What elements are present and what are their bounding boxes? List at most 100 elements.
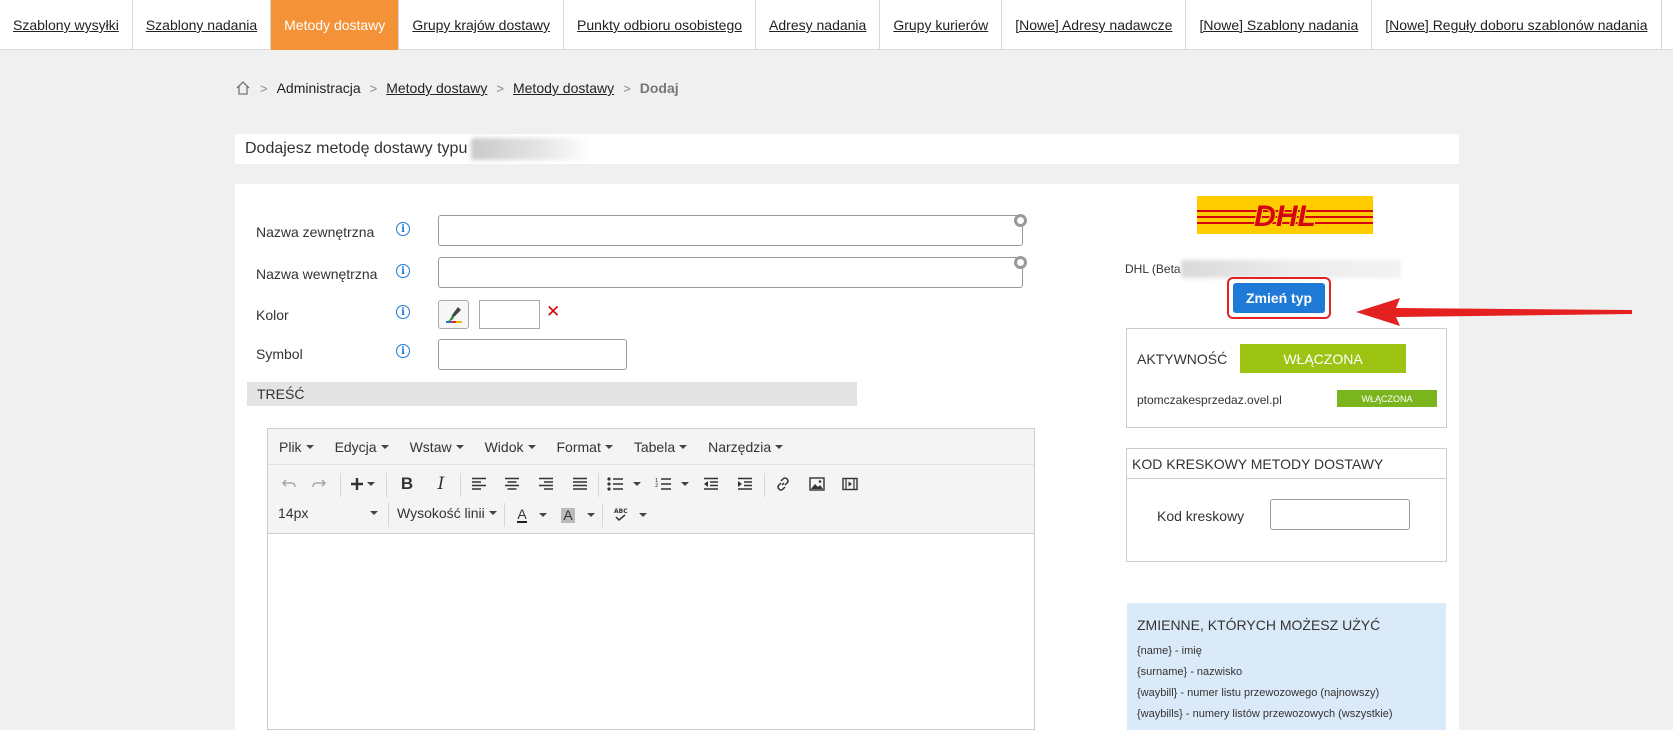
variable-item: {waybill} - numer listu przewozowego (na… [1137, 687, 1380, 699]
tab-adresy-nadania[interactable]: Adresy nadania [756, 0, 881, 50]
editor-menubar: Plik Edycja Wstaw Widok Format Tabela Na… [268, 429, 1034, 465]
tab-grupy-kurierow[interactable]: Grupy kurierów [880, 0, 1003, 50]
page-title-text: Dodajesz metodę dostawy typu [245, 140, 468, 157]
variable-item: {surname} - nazwisko [1137, 666, 1243, 678]
bullet-list-icon[interactable] [606, 473, 642, 495]
bold-icon[interactable]: B [396, 473, 418, 495]
caret-down-icon [455, 444, 464, 449]
breadcrumb-metody-dostawy-1[interactable]: Metody dostawy [386, 80, 487, 96]
caret-down-icon [604, 444, 613, 449]
media-icon[interactable] [839, 473, 861, 495]
caret-down-icon [538, 513, 547, 517]
numbered-list-icon[interactable]: 12 [654, 473, 690, 495]
redo-icon[interactable] [308, 473, 330, 495]
color-row: Kolor [256, 307, 396, 323]
svg-text:ABC: ABC [614, 508, 628, 515]
editor-toolbar: B I 12 14px Wysokość linii A A ABC [268, 465, 1034, 534]
menu-widok[interactable]: Widok [485, 439, 536, 455]
top-navigation: Szablony wysyłki Szablony nadania Metody… [0, 0, 1673, 50]
symbol-input[interactable] [438, 339, 627, 370]
activity-title: AKTYWNOŚĆ [1137, 351, 1228, 367]
dhl-logo: DHL [1197, 196, 1373, 234]
redacted-type-name [471, 138, 592, 160]
caret-down-icon [305, 444, 314, 449]
breadcrumb-administracja: Administracja [276, 80, 361, 96]
color-value-input[interactable] [479, 300, 540, 329]
chevron-right-icon: > [369, 80, 378, 96]
info-icon[interactable]: i [396, 305, 410, 319]
change-type-highlight: Zmień typ [1227, 277, 1331, 319]
activity-box: AKTYWNOŚĆ WŁĄCZONA ptomczakesprzedaz.ove… [1126, 328, 1447, 428]
barcode-input[interactable] [1270, 499, 1410, 530]
image-icon[interactable] [806, 473, 828, 495]
insert-plus-icon[interactable] [348, 473, 378, 495]
undo-icon[interactable] [278, 473, 300, 495]
editor-content-area[interactable] [268, 535, 1034, 729]
tab-nowe-szablony-nadania[interactable]: [Nowe] Szablony nadania [1186, 0, 1373, 50]
color-picker-button[interactable] [438, 300, 469, 329]
domain-status-badge[interactable]: WŁĄCZONA [1337, 390, 1437, 407]
tab-punkty-odbioru[interactable]: Punkty odbioru osobistego [564, 0, 757, 50]
menu-narzedzia[interactable]: Narzędzia [708, 439, 784, 455]
page-title: Dodajesz metodę dostawy typu [235, 134, 1459, 164]
text-color-button[interactable]: A [512, 503, 552, 527]
background-color-button[interactable]: A [558, 503, 598, 527]
align-right-icon[interactable] [535, 473, 557, 495]
toolbar-separator [504, 503, 505, 527]
svg-text:DHL: DHL [1254, 200, 1316, 233]
menu-wstaw[interactable]: Wstaw [410, 439, 464, 455]
menu-format[interactable]: Format [557, 439, 613, 455]
tab-metody-dostawy[interactable]: Metody dostawy [271, 0, 400, 50]
tab-nowe-reguly-doboru[interactable]: [Nowe] Reguły doboru szablonów nadania [1372, 0, 1662, 50]
font-size-select[interactable]: 14px [278, 505, 388, 521]
background-color-icon: A [561, 506, 575, 523]
spellcheck-button[interactable]: ABC [610, 503, 650, 527]
align-left-icon[interactable] [468, 473, 490, 495]
toolbar-separator [340, 473, 341, 497]
paint-brush-icon [445, 306, 462, 323]
align-justify-icon[interactable] [569, 473, 591, 495]
color-label: Kolor [256, 307, 289, 323]
caret-down-icon [679, 444, 688, 449]
variable-item: {name} - imię [1137, 645, 1202, 657]
carrier-name-prefix: DHL (Beta [1125, 262, 1181, 276]
info-icon[interactable]: i [396, 344, 410, 358]
menu-plik[interactable]: Plik [279, 439, 314, 455]
info-icon[interactable]: i [396, 222, 410, 236]
breadcrumb: > Administracja > Metody dostawy > Metod… [235, 80, 679, 96]
font-size-value: 14px [278, 505, 309, 521]
barcode-box: KOD KRESKOWY METODY DOSTAWY Kod kreskowy [1126, 448, 1447, 562]
tab-szablony-wysylki[interactable]: Szablony wysyłki [0, 0, 133, 50]
breadcrumb-metody-dostawy-2[interactable]: Metody dostawy [513, 80, 614, 96]
radio-pin-icon[interactable] [1014, 214, 1027, 227]
tab-nowe-adresy-nadawcze[interactable]: [Nowe] Adresy nadawcze [1002, 0, 1187, 50]
toolbar-separator [388, 503, 389, 527]
rich-text-editor: Plik Edycja Wstaw Widok Format Tabela Na… [267, 428, 1035, 730]
internal-name-input[interactable] [438, 257, 1023, 288]
change-type-button[interactable]: Zmień typ [1233, 283, 1325, 313]
home-icon[interactable] [235, 80, 251, 96]
spellcheck-icon: ABC [614, 508, 628, 522]
external-name-input[interactable] [438, 215, 1023, 246]
outdent-icon[interactable] [700, 473, 722, 495]
tab-szablony-nadania[interactable]: Szablony nadania [133, 0, 272, 50]
menu-edycja[interactable]: Edycja [335, 439, 389, 455]
tab-grupy-krajow-dostawy[interactable]: Grupy krajów dostawy [399, 0, 565, 50]
link-icon[interactable] [772, 473, 794, 495]
info-icon[interactable]: i [396, 264, 410, 278]
internal-name-label: Nazwa wewnętrzna [256, 266, 378, 282]
caret-down-icon [370, 511, 378, 515]
radio-pin-icon[interactable] [1014, 256, 1027, 269]
italic-icon[interactable]: I [430, 473, 452, 495]
align-center-icon[interactable] [501, 473, 523, 495]
clear-color-icon[interactable]: ✕ [546, 302, 560, 322]
indent-icon[interactable] [734, 473, 756, 495]
barcode-label: Kod kreskowy [1157, 508, 1245, 524]
chevron-right-icon: > [496, 80, 504, 96]
caret-down-icon [380, 444, 389, 449]
menu-tabela[interactable]: Tabela [634, 439, 688, 455]
content-section-header: TREŚĆ [247, 382, 857, 406]
activity-status-badge[interactable]: WŁĄCZONA [1240, 344, 1406, 373]
line-height-select[interactable]: Wysokość linii [397, 505, 497, 521]
chevron-right-icon: > [260, 80, 268, 96]
